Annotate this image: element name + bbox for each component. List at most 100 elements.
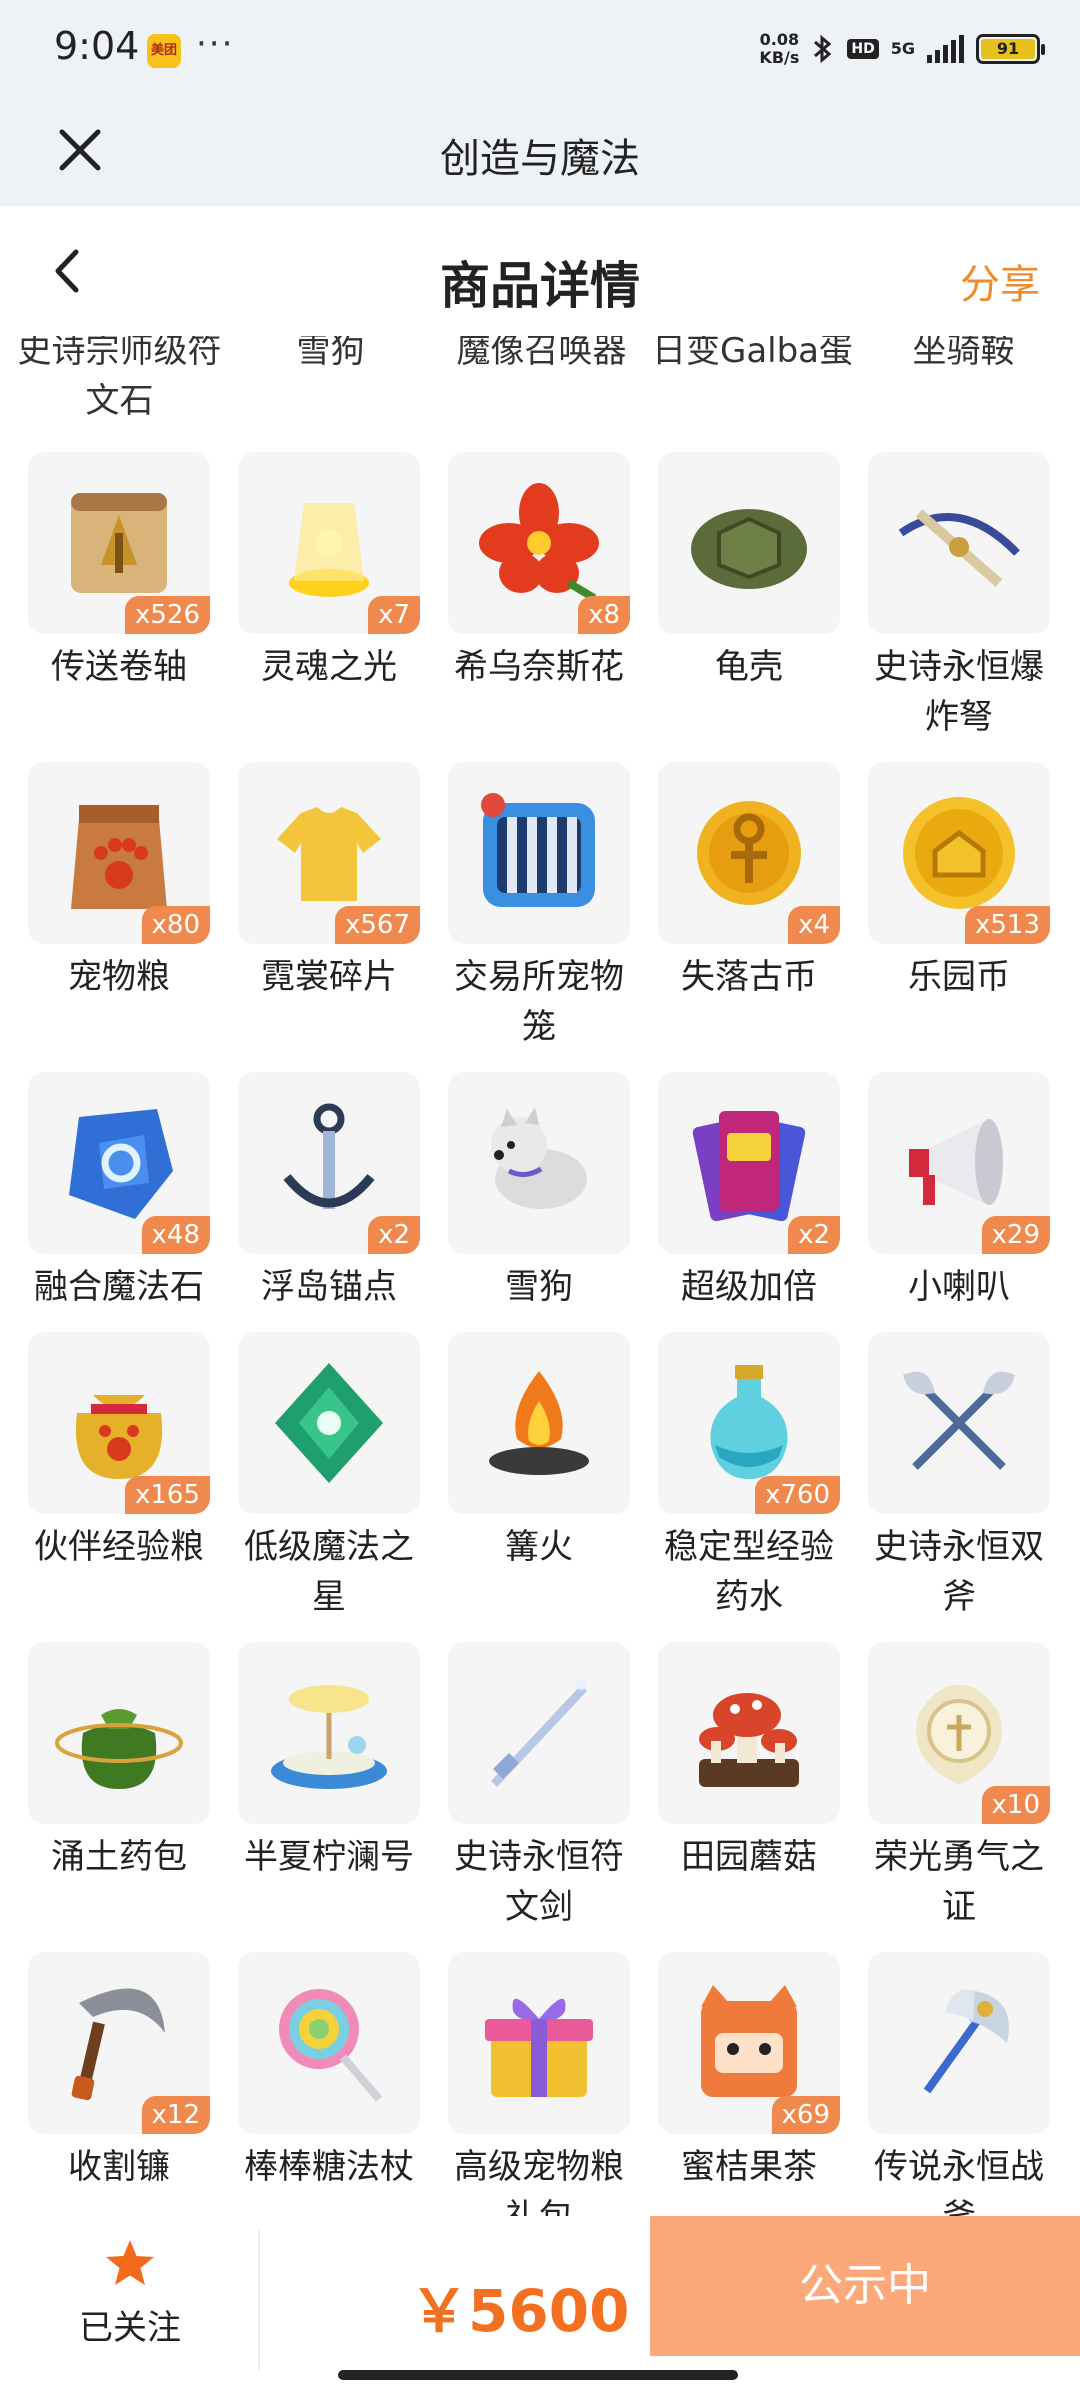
- network-speed-unit: KB/s: [759, 48, 800, 67]
- mushroom-icon: [699, 1693, 799, 1787]
- ancient-coin-icon: [697, 801, 801, 905]
- boat-icon: [271, 1685, 387, 1789]
- item-card[interactable]: 交易所宠物笼: [448, 762, 638, 1052]
- item-name: 半夏柠澜号: [244, 1837, 414, 1877]
- item-image: [448, 1072, 630, 1254]
- item-card[interactable]: 篝火: [448, 1332, 638, 1572]
- status-indicators: 0.08 KB/s HD 5G 91: [759, 26, 1045, 72]
- item-image: [448, 1642, 630, 1824]
- anchor-icon: [283, 1103, 375, 1209]
- item-image: [238, 1332, 420, 1514]
- item-card[interactable]: 低级魔法之星: [238, 1332, 428, 1622]
- item-name: 霓裳碎片: [261, 957, 397, 997]
- item-image: [238, 1952, 420, 2134]
- price: ￥5600: [410, 2277, 630, 2345]
- item-count-badge: x80: [141, 906, 210, 944]
- pet-cage-icon: [481, 793, 595, 907]
- item-card[interactable]: x526 传送卷轴: [28, 452, 218, 692]
- item-name: 传说永恒战斧: [874, 2147, 1044, 2216]
- item-card[interactable]: 涌土药包: [28, 1642, 218, 1882]
- exp-bag-icon: [75, 1395, 163, 1479]
- item-card[interactable]: 高级宠物粮礼包: [448, 1952, 638, 2216]
- battle-axe-icon: [923, 1989, 1009, 2094]
- item-name: 传送卷轴: [51, 647, 187, 687]
- item-card[interactable]: x7 灵魂之光: [238, 452, 428, 692]
- item-card[interactable]: 田园蘑菇: [658, 1642, 848, 1882]
- public-notice-button[interactable]: 公示中: [650, 2216, 1080, 2356]
- gift-box-icon: [485, 1998, 593, 2097]
- item-card[interactable]: 半夏柠澜号: [238, 1642, 428, 1882]
- page-title: 商品详情: [440, 257, 640, 315]
- item-image: [28, 1642, 210, 1824]
- item-image: [658, 452, 840, 634]
- item-image: x526: [28, 452, 210, 634]
- item-count-badge: x2: [788, 1216, 840, 1254]
- item-card[interactable]: 龟壳: [658, 452, 848, 692]
- mini-program-titlebar: 创造与魔法: [0, 100, 1080, 206]
- shirt-icon: [277, 807, 381, 901]
- item-image: x48: [28, 1072, 210, 1254]
- follow-button[interactable]: 已关注: [60, 2236, 200, 2366]
- item-card[interactable]: x2 浮岛锚点: [238, 1072, 428, 1312]
- soul-light-icon: [289, 503, 369, 597]
- item-name: 伙伴经验粮: [34, 1527, 204, 1567]
- item-image: x7: [238, 452, 420, 634]
- item-name: 蜜桔果茶: [681, 2147, 817, 2187]
- status-bar: 9:04 美团 ··· 0.08 KB/s HD 5G 91: [0, 0, 1080, 100]
- item-name: 稳定型经验药水: [664, 1527, 834, 1617]
- item-card[interactable]: 雪狗: [448, 1072, 638, 1312]
- hd-icon: HD: [847, 39, 879, 59]
- item-card[interactable]: 传说永恒战斧: [868, 1952, 1058, 2216]
- item-image: x29: [868, 1072, 1050, 1254]
- item-count-badge: x4: [788, 906, 840, 944]
- item-count-badge: x8: [578, 596, 630, 634]
- snow-dog-icon: [491, 1107, 587, 1209]
- item-card[interactable]: x69 蜜桔果茶: [658, 1952, 848, 2192]
- item-count-badge: x7: [368, 596, 420, 634]
- item-card[interactable]: x10 荣光勇气之证: [868, 1642, 1058, 1932]
- item-name: 坐骑鞍: [912, 336, 1015, 371]
- item-name: 高级宠物粮礼包: [454, 2147, 624, 2216]
- item-card[interactable]: x165 伙伴经验粮: [28, 1332, 218, 1572]
- item-card[interactable]: 史诗永恒符文剑: [448, 1642, 638, 1932]
- item-card[interactable]: x567 霓裳碎片: [238, 762, 428, 1002]
- item-name: 史诗永恒爆炸弩: [874, 647, 1044, 737]
- item-card[interactable]: x29 小喇叭: [868, 1072, 1058, 1312]
- item-card[interactable]: x513 乐园币: [868, 762, 1058, 1002]
- item-name: 史诗宗师级符文石: [17, 336, 222, 421]
- item-card[interactable]: x760 稳定型经验药水: [658, 1332, 848, 1622]
- emblem-icon: [916, 1684, 1002, 1785]
- crossbow-icon: [898, 509, 1020, 587]
- item-count-badge: x2: [368, 1216, 420, 1254]
- home-indicator[interactable]: [338, 2370, 738, 2380]
- page-header: 商品详情 分享: [0, 206, 1080, 336]
- item-card[interactable]: x4 失落古币: [658, 762, 848, 1002]
- item-card[interactable]: x12 收割镰: [28, 1952, 218, 2192]
- item-card[interactable]: x8 希乌奈斯花: [448, 452, 638, 692]
- item-name: 涌土药包: [51, 1837, 187, 1877]
- item-count-badge: x29: [981, 1216, 1050, 1254]
- item-card[interactable]: x80 宠物粮: [28, 762, 218, 1002]
- item-grid: 史诗宗师级符文石 雪狗 魔像召唤器 日变Galba蛋 坐骑鞍 x526 传送卷轴 x…: [0, 336, 1080, 2216]
- item-card[interactable]: 棒棒糖法杖: [238, 1952, 428, 2192]
- item-image: x80: [28, 762, 210, 944]
- item-name: 荣光勇气之证: [874, 1837, 1044, 1927]
- divider: [258, 2230, 260, 2370]
- item-name: 灵魂之光: [261, 647, 397, 687]
- green-gem-icon: [275, 1363, 383, 1483]
- item-image: x513: [868, 762, 1050, 944]
- item-name: 魔像召唤器: [456, 336, 627, 371]
- item-name: 小喇叭: [908, 1267, 1010, 1307]
- item-card[interactable]: x48 融合魔法石: [28, 1072, 218, 1312]
- item-card[interactable]: 史诗永恒爆炸弩: [868, 452, 1058, 742]
- item-image: [868, 1952, 1050, 2134]
- item-card[interactable]: 史诗永恒双斧: [868, 1332, 1058, 1622]
- share-button[interactable]: 分享: [960, 252, 1040, 310]
- item-name: 希乌奈斯花: [454, 647, 624, 687]
- item-image: x2: [658, 1072, 840, 1254]
- megaphone-icon: [909, 1119, 1003, 1205]
- item-name: 收割镰: [68, 2147, 170, 2187]
- item-card[interactable]: x2 超级加倍: [658, 1072, 848, 1312]
- item-name: 史诗永恒双斧: [874, 1527, 1044, 1617]
- item-name: 交易所宠物笼: [454, 957, 624, 1047]
